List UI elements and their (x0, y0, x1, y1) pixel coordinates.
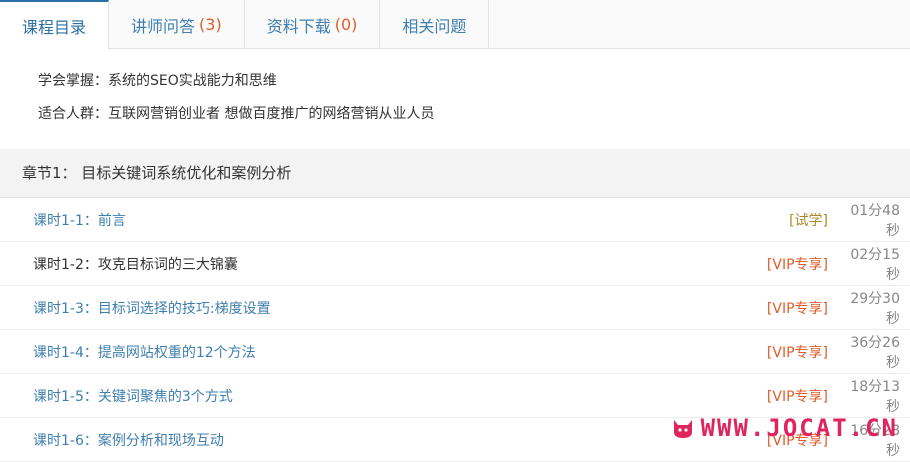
target-audience: 适合人群：互联网营销创业者 想做百度推广的网络营销从业人员 (38, 104, 910, 137)
lesson-row[interactable]: 课时1-1：前言 [试学] 01分48秒 (0, 198, 910, 242)
lesson-duration: 29分30秒 (840, 288, 900, 328)
tab-count: (3) (199, 15, 222, 34)
lesson-title[interactable]: 课时1-2：攻克目标词的三大锦囊 (33, 254, 767, 274)
trial-badge: [试学] (789, 210, 828, 230)
lesson-row[interactable]: 课时1-2：攻克目标词的三大锦囊 [VIP专享] 02分15秒 (0, 242, 910, 286)
lesson-title[interactable]: 课时1-3：目标词选择的技巧:梯度设置 (33, 298, 767, 318)
lesson-title[interactable]: 课时1-5：关键词聚焦的3个方式 (33, 386, 767, 406)
lesson-title[interactable]: 课时1-4：提高网站权重的12个方法 (33, 342, 767, 362)
tab-label: 讲师问答 (131, 13, 195, 37)
tab-instructor-qa[interactable]: 讲师问答 (3) (109, 0, 245, 49)
lesson-row[interactable]: 课时1-3：目标词选择的技巧:梯度设置 [VIP专享] 29分30秒 (0, 286, 910, 330)
tab-downloads[interactable]: 资料下载 (0) (245, 0, 381, 49)
tab-course-catalog[interactable]: 课程目录 (0, 0, 109, 50)
tab-label: 资料下载 (267, 13, 331, 37)
vip-badge: [VIP专享] (767, 342, 828, 362)
lesson-duration: 01分48秒 (840, 200, 900, 240)
learning-goal: 学会掌握：系统的SEO实战能力和思维 (38, 71, 910, 104)
tab-label: 相关问题 (402, 13, 466, 37)
lesson-duration: 02分15秒 (840, 244, 900, 284)
site-watermark: WWW.JOCAT.CN (671, 414, 898, 442)
lesson-duration: 36分26秒 (840, 332, 900, 372)
course-tabs: 课程目录 讲师问答 (3) 资料下载 (0) 相关问题 (0, 0, 910, 49)
course-intro: 学会掌握：系统的SEO实战能力和思维 适合人群：互联网营销创业者 想做百度推广的… (0, 49, 910, 137)
lesson-title[interactable]: 课时1-1：前言 (33, 210, 789, 230)
cat-icon (671, 416, 695, 440)
lesson-duration: 18分13秒 (840, 376, 900, 416)
vip-badge: [VIP专享] (767, 254, 828, 274)
vip-badge: [VIP专享] (767, 386, 828, 406)
lesson-title[interactable]: 课时1-6：案例分析和现场互动 (33, 430, 767, 450)
watermark-text: WWW.JOCAT.CN (701, 414, 898, 442)
lesson-row[interactable]: 课时1-5：关键词聚焦的3个方式 [VIP专享] 18分13秒 (0, 374, 910, 418)
chapter-header: 章节1： 目标关键词系统优化和案例分析 (0, 149, 910, 198)
vip-badge: [VIP专享] (767, 298, 828, 318)
tab-count: (0) (335, 15, 358, 34)
tab-related-questions[interactable]: 相关问题 (380, 0, 489, 49)
tab-label: 课程目录 (22, 14, 86, 38)
lesson-row[interactable]: 课时1-4：提高网站权重的12个方法 [VIP专享] 36分26秒 (0, 330, 910, 374)
